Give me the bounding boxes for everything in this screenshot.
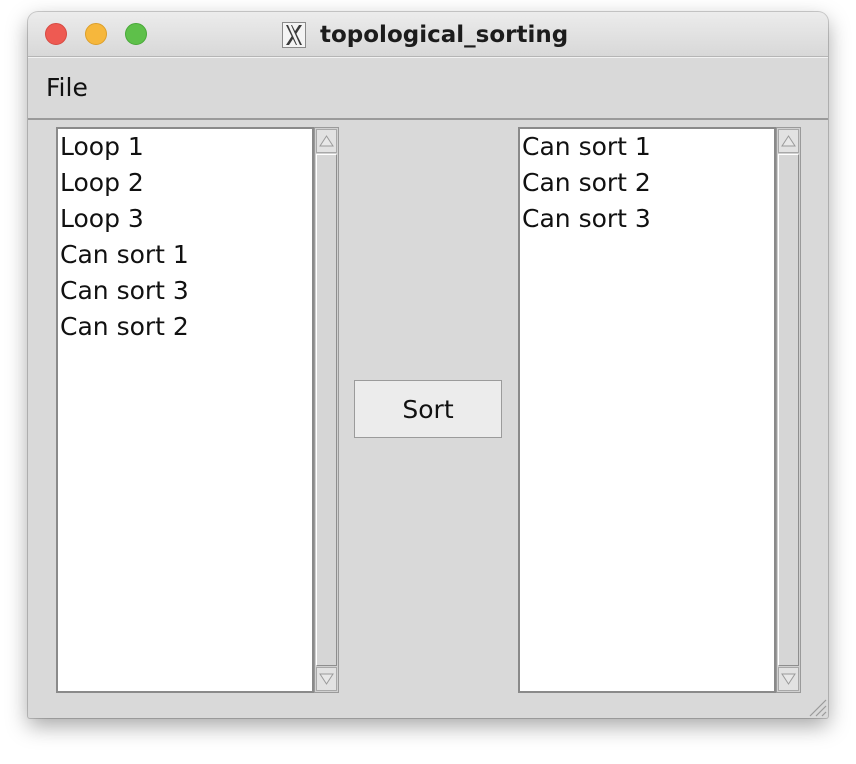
x11-icon	[282, 22, 306, 48]
output-listbox[interactable]: Can sort 1 Can sort 2 Can sort 3	[518, 127, 776, 693]
list-item[interactable]: Loop 3	[58, 201, 312, 237]
input-list-scrollbar[interactable]	[314, 127, 339, 693]
arrow-down-icon	[781, 673, 796, 685]
app-window: topological_sorting File Loop 1 Loop 2 L…	[28, 12, 828, 718]
arrow-up-icon	[319, 135, 334, 147]
title-group: topological_sorting	[282, 21, 568, 49]
list-item[interactable]: Can sort 2	[58, 309, 312, 345]
window-title: topological_sorting	[320, 22, 569, 48]
maximize-window-button[interactable]	[125, 23, 147, 45]
list-item[interactable]: Can sort 1	[520, 129, 774, 165]
arrow-down-icon	[319, 673, 334, 685]
list-item[interactable]: Can sort 1	[58, 237, 312, 273]
scroll-thumb[interactable]	[778, 154, 799, 666]
list-item[interactable]: Can sort 3	[58, 273, 312, 309]
menu-bar: File	[28, 57, 828, 120]
scroll-up-button[interactable]	[778, 129, 799, 153]
list-item[interactable]: Loop 1	[58, 129, 312, 165]
arrow-up-icon	[781, 135, 796, 147]
resize-grip-icon[interactable]	[802, 692, 828, 718]
scroll-up-button[interactable]	[316, 129, 337, 153]
list-item[interactable]: Can sort 3	[520, 201, 774, 237]
output-list-scrollbar[interactable]	[776, 127, 801, 693]
list-item[interactable]: Can sort 2	[520, 165, 774, 201]
close-window-button[interactable]	[45, 23, 67, 45]
minimize-window-button[interactable]	[85, 23, 107, 45]
scroll-thumb[interactable]	[316, 154, 337, 666]
menu-file[interactable]: File	[44, 71, 90, 104]
list-item[interactable]: Loop 2	[58, 165, 312, 201]
title-bar[interactable]: topological_sorting	[28, 12, 828, 57]
input-listbox[interactable]: Loop 1 Loop 2 Loop 3 Can sort 1 Can sort…	[56, 127, 314, 693]
scroll-down-button[interactable]	[316, 667, 337, 691]
sort-button[interactable]: Sort	[354, 380, 502, 438]
scroll-down-button[interactable]	[778, 667, 799, 691]
